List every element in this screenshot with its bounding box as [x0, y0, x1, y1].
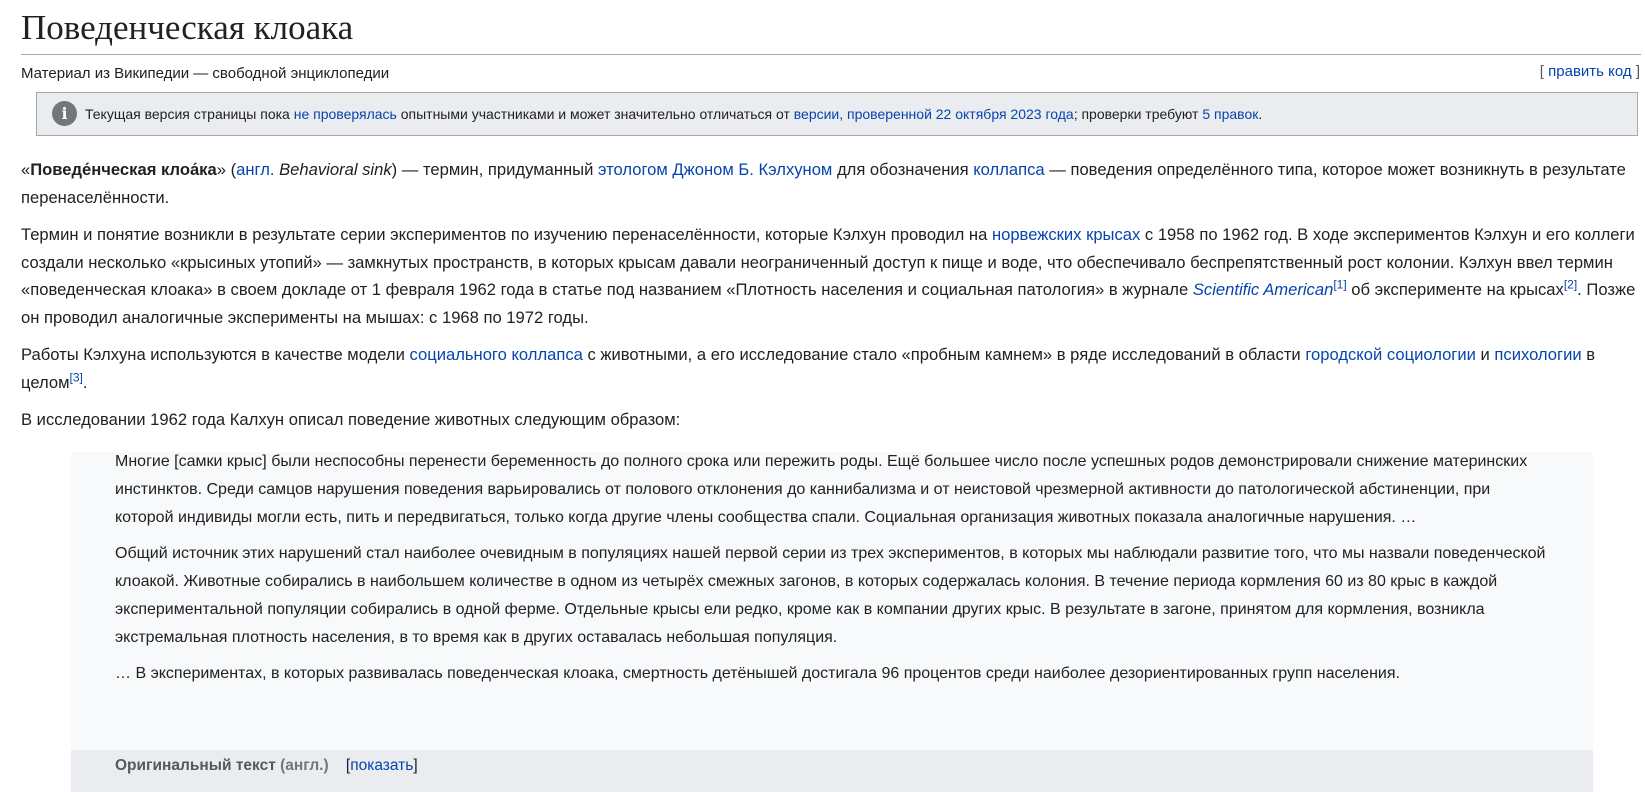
usage-paragraph: Работы Кэлхуна используются в качестве м…: [21, 341, 1638, 396]
ethologist-link[interactable]: этологом: [598, 160, 668, 179]
edit-bracket-open: [: [1539, 63, 1549, 80]
intro-paragraph: «Поведе́нческая клоа́ка» (англ. Behavior…: [21, 156, 1638, 211]
quote-paragraph: Многие [самки крыс] были неспособны пере…: [115, 453, 1528, 526]
text: Термин и понятие возникли в результате с…: [21, 225, 992, 244]
original-language: (англ.): [275, 757, 329, 774]
foreign-term: Behavioral sink: [279, 160, 392, 179]
not-reviewed-link[interactable]: не проверялась: [294, 106, 397, 122]
reference-2-link[interactable]: [2]: [1564, 277, 1577, 291]
lang-english-link[interactable]: англ.: [236, 160, 274, 179]
urban-sociology-link[interactable]: городской социологии: [1305, 345, 1476, 364]
notice-text: опытными участниками и может значительно…: [396, 106, 794, 122]
page-title: Поведенческая клоака: [21, 4, 1641, 55]
edit-source: [ править код ]: [1540, 62, 1640, 82]
reference-1-link[interactable]: [1]: [1333, 277, 1346, 291]
scientific-american-link[interactable]: Scientific American: [1193, 280, 1333, 299]
pending-changes-link[interactable]: 5 правок: [1202, 106, 1258, 122]
original-text-label: Оригинальный текст: [115, 757, 276, 774]
article-body: «Поведе́нческая клоа́ка» (англ. Behavior…: [21, 156, 1638, 444]
text: ) — термин, придуманный: [391, 160, 598, 179]
notice-message: Текущая версия страницы пока не проверял…: [85, 93, 1262, 135]
notice-text: Текущая версия страницы пока: [85, 106, 294, 122]
show-original-link[interactable]: показать: [350, 757, 413, 774]
text: «: [21, 160, 31, 179]
review-notice: i Текущая версия страницы пока не провер…: [36, 92, 1638, 136]
text: с животными, а его исследование стало «п…: [582, 345, 1306, 364]
blockquote: Многие [самки крыс] были неспособны пере…: [71, 452, 1593, 792]
quote-intro: В исследовании 1962 года Калхун описал п…: [21, 410, 681, 429]
article-term: Поведе́нческая клоа́ка: [30, 160, 217, 179]
notice-text: .: [1258, 106, 1263, 122]
norway-rat-link[interactable]: норвежских крысах: [992, 225, 1140, 244]
quote-paragraph: Общий источник этих нарушений стал наибо…: [115, 545, 1546, 646]
quote-paragraph: … В экспериментах, в которых развивалась…: [115, 665, 1400, 682]
text: » (: [216, 160, 237, 179]
text: об эксперименте на крысах: [1346, 280, 1564, 299]
edit-bracket-close: ]: [1631, 63, 1640, 80]
social-collapse-link[interactable]: социального коллапса: [410, 345, 583, 364]
show-bracket-close: ]: [413, 757, 418, 774]
collapse-link[interactable]: коллапса: [973, 160, 1044, 179]
psychology-link[interactable]: психологии: [1494, 345, 1581, 364]
calhoun-link[interactable]: Джоном Б. Кэлхуном: [672, 160, 832, 179]
original-text-bar: Оригинальный текст (англ.) [показать]: [71, 750, 1593, 792]
reference-3-link[interactable]: [3]: [70, 370, 83, 384]
text: и: [1475, 345, 1495, 364]
site-subtitle: Материал из Википедии — свободной энцикл…: [21, 65, 390, 82]
reviewed-version-link[interactable]: версии, проверенной 22 октября 2023 года: [794, 106, 1074, 122]
text: для обозначения: [832, 160, 974, 179]
info-icon: i: [52, 101, 77, 126]
text: .: [82, 372, 88, 392]
history-paragraph: Термин и понятие возникли в результате с…: [21, 221, 1638, 331]
notice-text: ; проверки требуют: [1073, 106, 1203, 122]
text: Работы Кэлхуна используются в качестве м…: [21, 345, 410, 364]
edit-source-link[interactable]: править код: [1548, 63, 1632, 80]
